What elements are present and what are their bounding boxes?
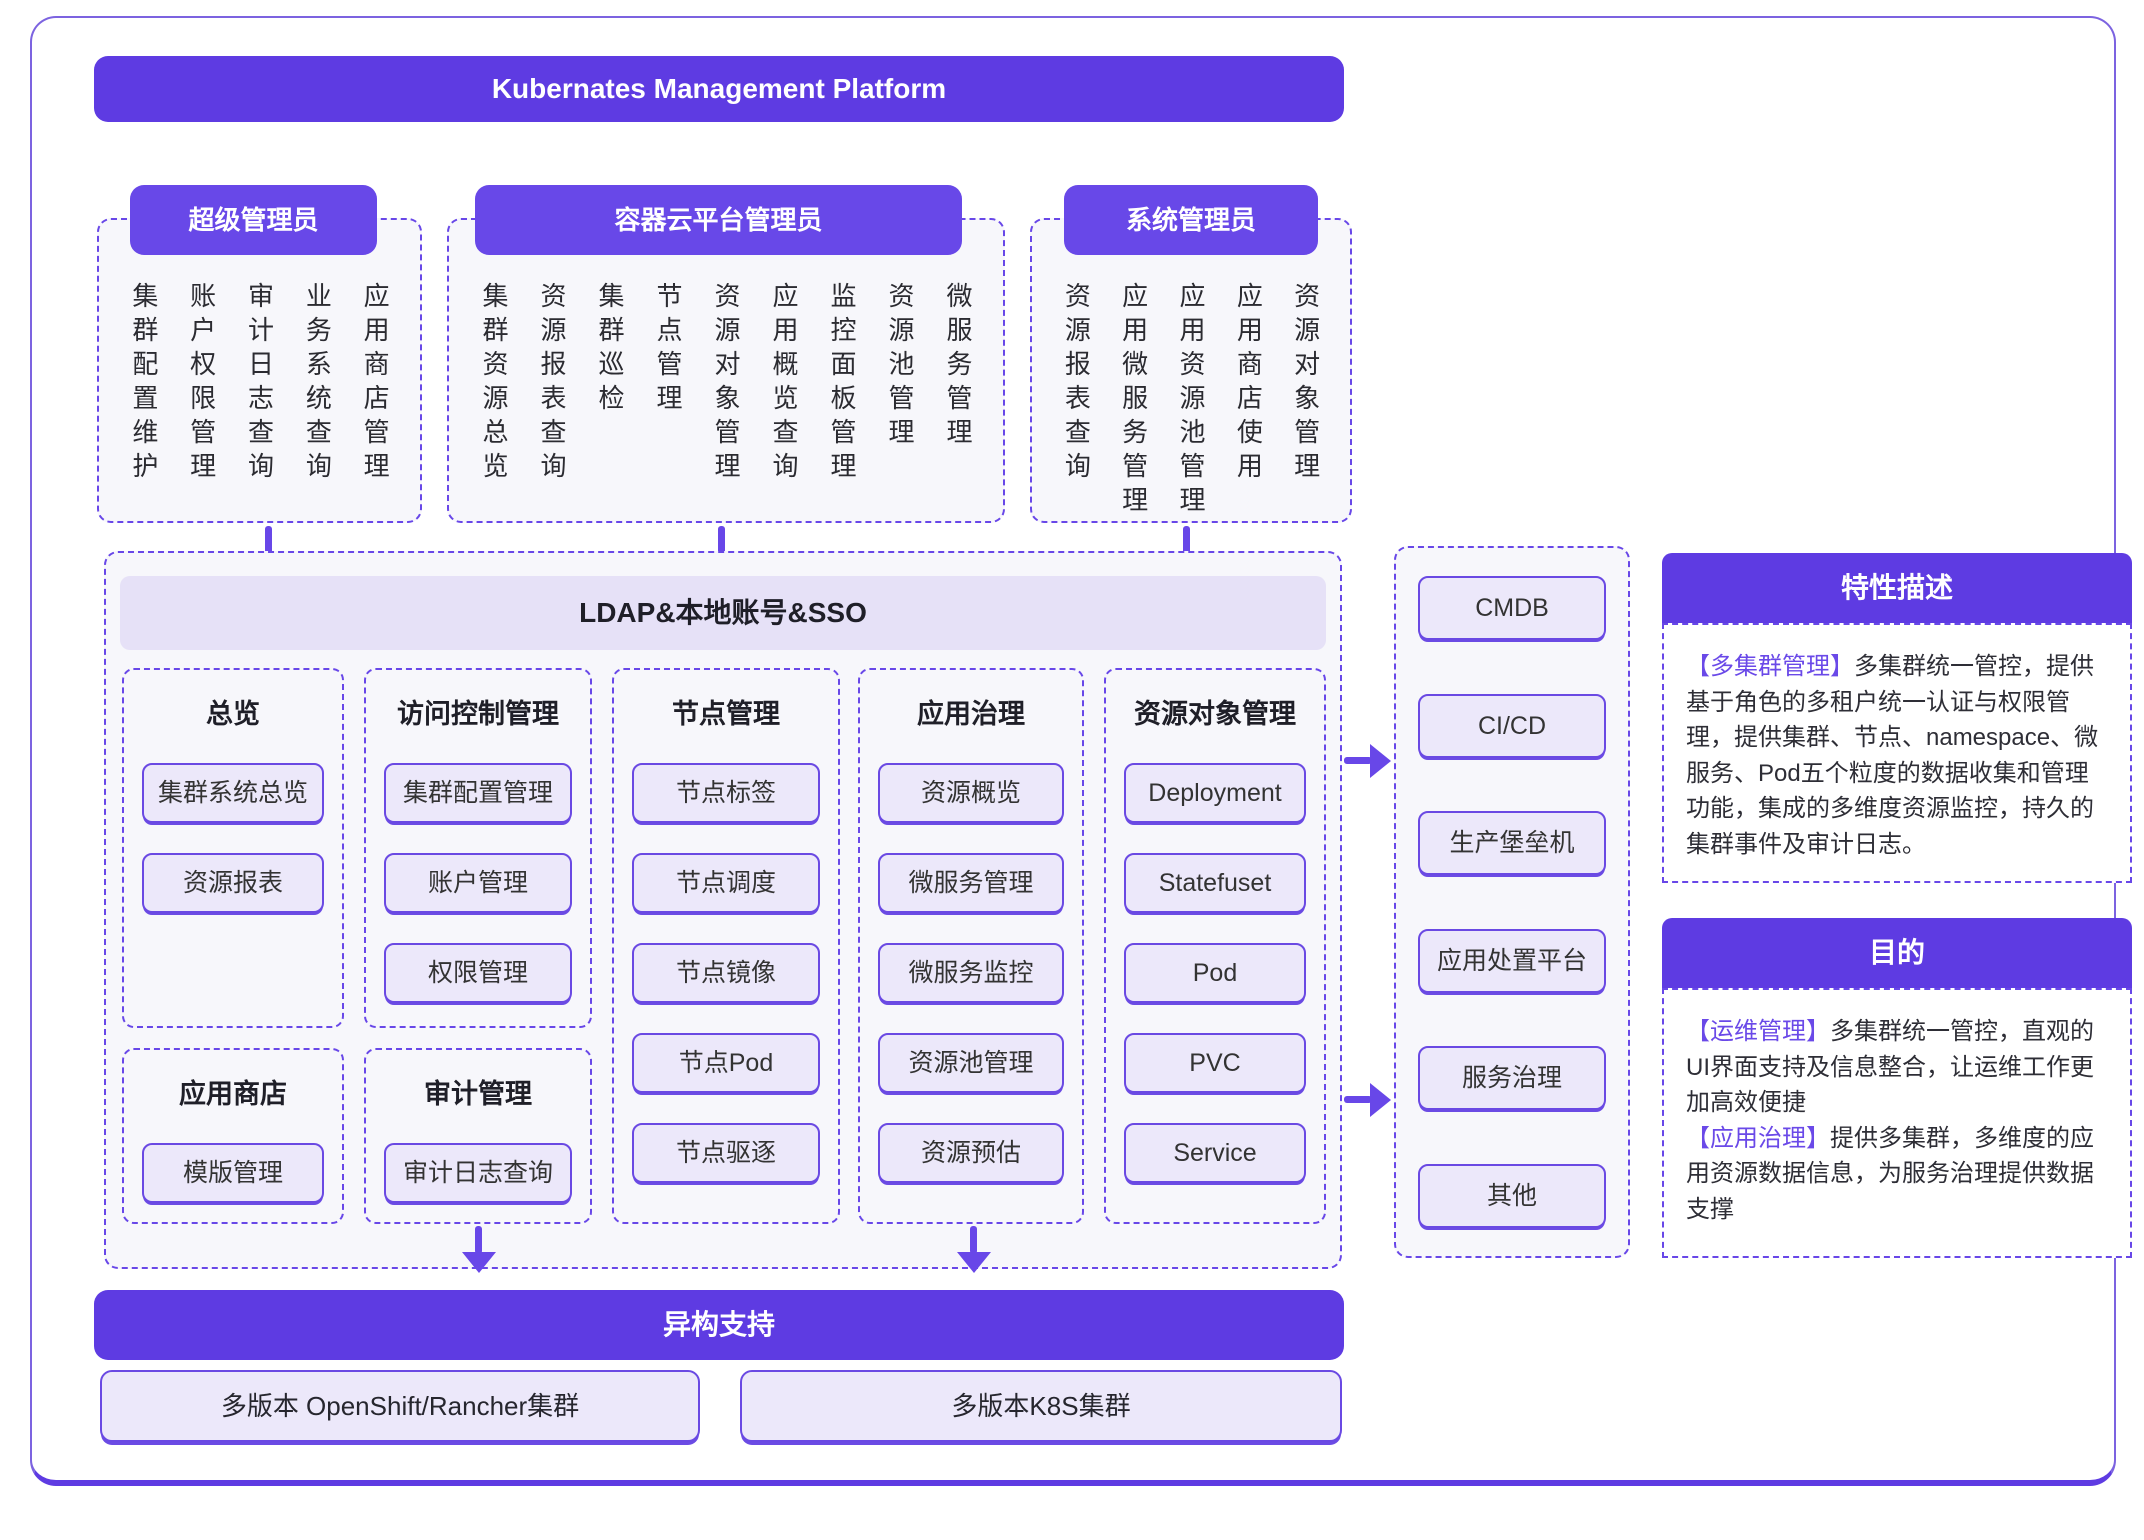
- permission-column: 资源对象管理: [713, 282, 739, 486]
- module-title: 审计管理: [366, 1072, 590, 1111]
- cluster-box-k8s: 多版本K8S集群: [740, 1370, 1342, 1442]
- module-app-governance: 应用治理 资源概览 微服务管理 微服务监控 资源池管理 资源预估: [858, 668, 1084, 1224]
- permission-column: 节点管理: [655, 282, 681, 418]
- module-item: 节点调度: [632, 853, 820, 913]
- module-item: 节点驱逐: [632, 1123, 820, 1183]
- module-item: 资源池管理: [878, 1033, 1064, 1093]
- platform-title-banner: Kubernates Management Platform: [94, 56, 1344, 122]
- permission-column: 应用资源池管理: [1178, 282, 1204, 520]
- module-item: 节点镜像: [632, 943, 820, 1003]
- integration-item: CMDB: [1418, 576, 1606, 640]
- feature-tag: 【多集群管理】: [1686, 653, 1854, 680]
- module-item: 节点Pod: [632, 1033, 820, 1093]
- diagram-frame: Kubernates Management Platform 集群配置维护 账户…: [30, 16, 2116, 1486]
- role-box-super-admin: 集群配置维护 账户权限管理 审计日志查询 业务系统查询 应用商店管理: [97, 218, 422, 523]
- module-resource-objects: 资源对象管理 Deployment Statefuset Pod PVC Ser…: [1104, 668, 1326, 1224]
- integration-item: 其他: [1418, 1164, 1606, 1228]
- role-header-super-admin: 超级管理员: [130, 185, 377, 255]
- permission-column: 微服务管理: [945, 282, 971, 452]
- integration-item: CI/CD: [1418, 694, 1606, 758]
- integration-column: CMDB CI/CD 生产堡垒机 应用处置平台 服务治理 其他: [1394, 546, 1630, 1258]
- arrow-right-icon: [1344, 1083, 1390, 1117]
- permission-column: 资源报表查询: [539, 282, 565, 486]
- module-item: 集群配置管理: [384, 763, 572, 823]
- module-item: 资源报表: [142, 853, 324, 913]
- permission-column: 集群配置维护: [131, 282, 157, 486]
- module-node-management: 节点管理 节点标签 节点调度 节点镜像 节点Pod 节点驱逐: [612, 668, 840, 1224]
- module-overview: 总览 集群系统总览 资源报表: [122, 668, 344, 1028]
- integration-item: 生产堡垒机: [1418, 811, 1606, 875]
- permission-column: 资源报表查询: [1063, 282, 1089, 486]
- permission-column: 资源池管理: [887, 282, 913, 452]
- module-item: 资源概览: [878, 763, 1064, 823]
- role-box-container-cloud-admin: 集群资源总览 资源报表查询 集群巡检 节点管理 资源对象管理 应用概览查询 监控…: [447, 218, 1005, 523]
- feature-panel-header: 特性描述: [1662, 553, 2132, 623]
- integration-item: 应用处置平台: [1418, 929, 1606, 993]
- module-item: 模版管理: [142, 1143, 324, 1203]
- arrow-right-icon: [1344, 744, 1390, 778]
- purpose-panel-header: 目的: [1662, 918, 2132, 988]
- module-item: Statefuset: [1124, 853, 1306, 913]
- cluster-box-openshift-rancher: 多版本 OpenShift/Rancher集群: [100, 1370, 700, 1442]
- permission-column: 业务系统查询: [304, 282, 330, 486]
- role-header-container-cloud-admin: 容器云平台管理员: [475, 185, 962, 255]
- permission-column: 资源对象管理: [1293, 282, 1319, 486]
- arrow-down-icon: [957, 1226, 991, 1274]
- module-item: Pod: [1124, 943, 1306, 1003]
- module-item: 权限管理: [384, 943, 572, 1003]
- module-title: 资源对象管理: [1106, 692, 1324, 731]
- module-title: 节点管理: [614, 692, 838, 731]
- module-audit: 审计管理 审计日志查询: [364, 1048, 592, 1224]
- permission-column: 应用微服务管理: [1121, 282, 1147, 520]
- permission-column: 集群巡检: [597, 282, 623, 418]
- purpose-panel-body: 【运维管理】多集群统一管控，直观的UI界面支持及信息整合，让运维工作更加高效便捷…: [1662, 988, 2132, 1258]
- module-item: 微服务管理: [878, 853, 1064, 913]
- platform-title: Kubernates Management Platform: [492, 73, 946, 104]
- purpose-tag: 【运维管理】: [1686, 1018, 1830, 1045]
- permission-column: 审计日志查询: [246, 282, 272, 486]
- permission-column: 集群资源总览: [481, 282, 507, 486]
- purpose-tag: 【应用治理】: [1686, 1125, 1830, 1152]
- module-item: 资源预估: [878, 1123, 1064, 1183]
- feature-panel-body: 【多集群管理】多集群统一管控，提供基于角色的多租户统一认证与权限管理，提供集群、…: [1662, 623, 2132, 883]
- module-item: PVC: [1124, 1033, 1306, 1093]
- hetero-support-banner: 异构支持: [94, 1290, 1344, 1360]
- module-title: 应用商店: [124, 1072, 342, 1111]
- feature-text: 多集群统一管控，提供基于角色的多租户统一认证与权限管理，提供集群、节点、name…: [1686, 653, 2098, 858]
- module-item: 节点标签: [632, 763, 820, 823]
- module-title: 访问控制管理: [366, 692, 590, 731]
- module-item: 集群系统总览: [142, 763, 324, 823]
- permission-column: 应用商店使用: [1235, 282, 1261, 486]
- module-item: 审计日志查询: [384, 1143, 572, 1203]
- module-app-store: 应用商店 模版管理: [122, 1048, 344, 1224]
- module-item: Deployment: [1124, 763, 1306, 823]
- module-title: 应用治理: [860, 692, 1082, 731]
- auth-bar: LDAP&本地账号&SSO: [120, 576, 1326, 650]
- arrow-down-icon: [462, 1226, 496, 1274]
- module-title: 总览: [124, 692, 342, 731]
- module-access-control: 访问控制管理 集群配置管理 账户管理 权限管理: [364, 668, 592, 1028]
- permission-column: 应用商店管理: [362, 282, 388, 486]
- permission-column: 账户权限管理: [189, 282, 215, 486]
- permission-column: 应用概览查询: [771, 282, 797, 486]
- module-item: 账户管理: [384, 853, 572, 913]
- integration-item: 服务治理: [1418, 1046, 1606, 1110]
- module-item: 微服务监控: [878, 943, 1064, 1003]
- role-box-system-admin: 资源报表查询 应用微服务管理 应用资源池管理 应用商店使用 资源对象管理: [1030, 218, 1352, 523]
- role-header-system-admin: 系统管理员: [1064, 185, 1318, 255]
- permission-column: 监控面板管理: [829, 282, 855, 486]
- module-item: Service: [1124, 1123, 1306, 1183]
